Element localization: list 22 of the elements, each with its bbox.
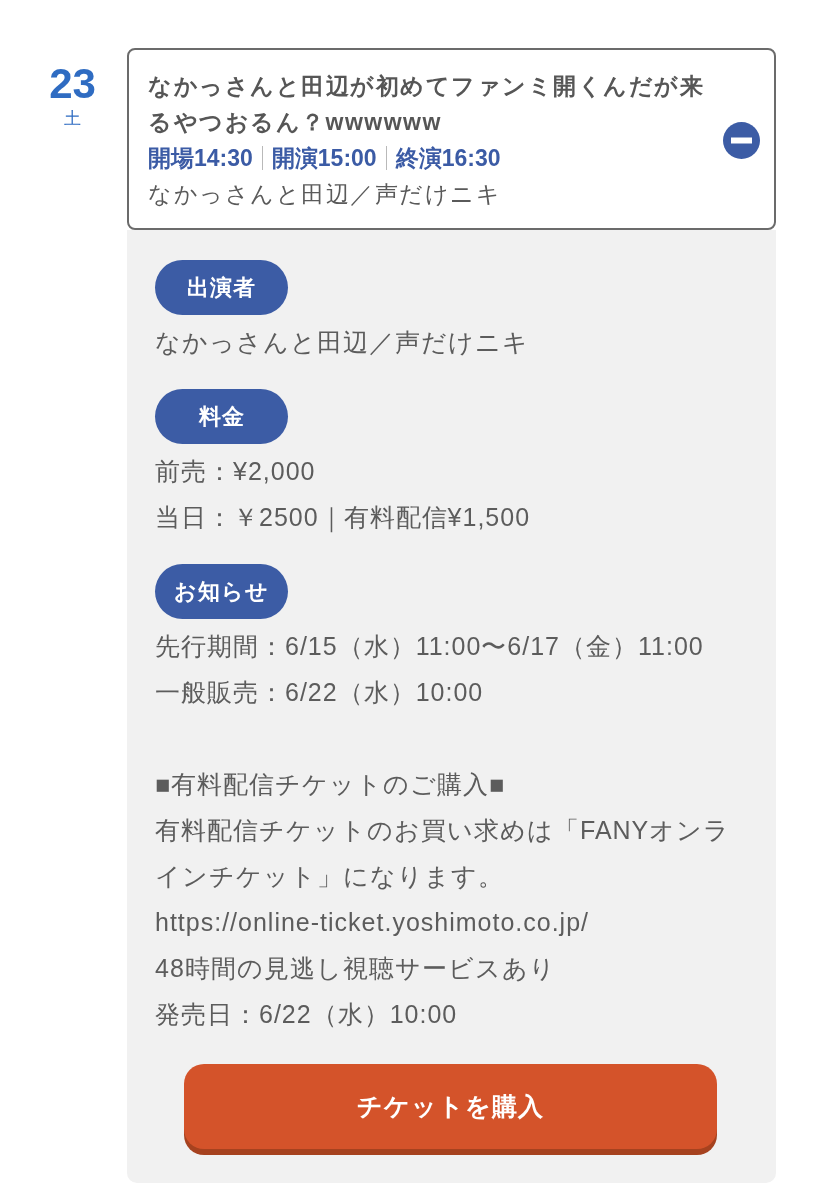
weekday-label: 土 bbox=[64, 108, 81, 130]
time-text: 開演15:00 bbox=[271, 144, 377, 173]
time-text: 開場14:30 bbox=[148, 144, 253, 173]
info-text: 一般販売：6/22（水）10:00 bbox=[155, 677, 485, 708]
time-text: 終演16:30 bbox=[395, 144, 501, 173]
section-label: お知らせ bbox=[155, 564, 288, 619]
info-text: https://online-ticket.yoshimoto.co.jp/ bbox=[155, 907, 591, 938]
section-label: 料金 bbox=[155, 389, 288, 444]
event-title: なかっさんと田辺が初めてファンミ開くんだが来るやつおるん？wwwwww bbox=[148, 72, 705, 137]
minus-icon[interactable] bbox=[723, 121, 760, 159]
event-card[interactable]: なかっさんと田辺が初めてファンミ開くんだが来るやつおるん？wwwwww 開場14:30 開演15:00 終演16:30 なかっさんと田辺／声だけニキ bbox=[127, 48, 776, 230]
info-text: ■有料配信チケットのご購入■ bbox=[155, 769, 507, 800]
info-text: なかっさんと田辺／声だけニキ bbox=[155, 327, 529, 358]
info-text: 先行期間：6/15（水）11:00〜6/17（金）11:00 bbox=[155, 631, 704, 662]
performers-text: なかっさんと田辺／声だけニキ bbox=[148, 180, 502, 209]
info-text: 有料配信チケットのお買い求めは「FANYオンラインチケット」になります。 bbox=[155, 815, 732, 892]
info-text: 48時間の見逃し視聴サービスあり bbox=[155, 953, 557, 984]
info-text: 発売日：6/22（水）10:00 bbox=[155, 999, 459, 1030]
day-number: 23 bbox=[49, 61, 96, 107]
section-label: 出演者 bbox=[155, 260, 288, 315]
info-text: 当日：￥2500｜有料配信¥1,500 bbox=[155, 502, 531, 535]
info-text: 前売：¥2,000 bbox=[155, 456, 317, 487]
